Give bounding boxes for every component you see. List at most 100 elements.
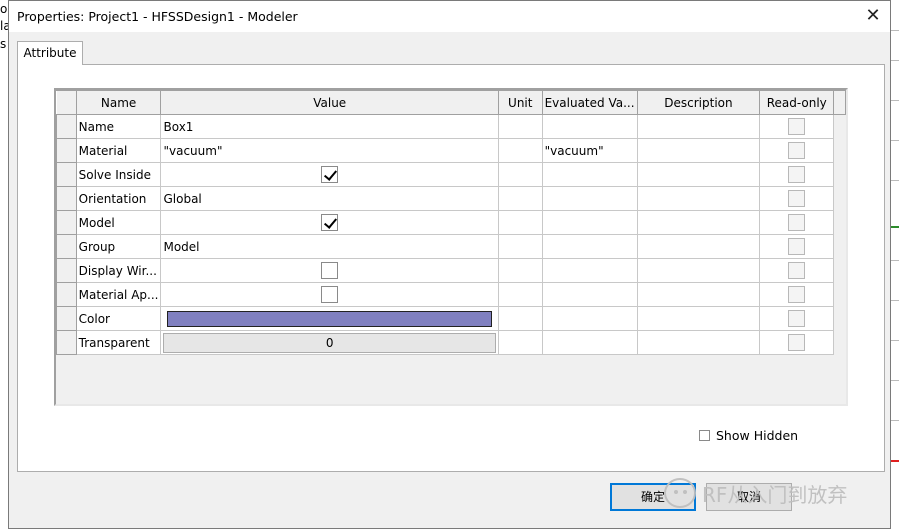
property-evaluated <box>541 186 638 211</box>
background-text: o <box>0 2 8 16</box>
property-evaluated <box>541 162 638 187</box>
show-hidden-option[interactable]: Show Hidden <box>699 428 798 443</box>
readonly-cell <box>759 114 835 139</box>
property-unit <box>497 186 543 211</box>
table-row: Name Box1 <box>56 114 846 139</box>
close-icon[interactable]: ✕ <box>862 5 884 27</box>
background-text: s <box>0 37 7 51</box>
property-unit <box>497 138 543 163</box>
property-value[interactable]: Global <box>160 186 499 211</box>
property-evaluated <box>541 330 638 355</box>
property-value <box>160 210 499 235</box>
property-grid: Name Value Unit Evaluated Va... Descript… <box>54 88 848 406</box>
property-evaluated <box>541 306 638 331</box>
readonly-checkbox[interactable] <box>788 118 806 135</box>
show-hidden-checkbox[interactable] <box>699 430 710 441</box>
readonly-cell <box>759 306 835 331</box>
property-name: Model <box>75 210 162 235</box>
row-header[interactable] <box>56 282 77 307</box>
solve-inside-checkbox[interactable] <box>321 166 339 183</box>
property-value <box>160 282 499 307</box>
row-header[interactable] <box>56 306 77 331</box>
attribute-panel: Name Value Unit Evaluated Va... Descript… <box>17 64 885 472</box>
property-name: Material <box>75 138 162 163</box>
property-value <box>160 306 499 331</box>
property-description[interactable] <box>636 258 761 283</box>
property-unit <box>497 330 543 355</box>
readonly-checkbox[interactable] <box>788 214 806 231</box>
readonly-checkbox[interactable] <box>788 286 806 303</box>
properties-dialog: Properties: Project1 - HFSSDesign1 - Mod… <box>8 0 891 529</box>
property-description[interactable] <box>636 138 761 163</box>
property-table: Name Value Unit Evaluated Va... Descript… <box>56 90 846 355</box>
property-description[interactable] <box>636 234 761 259</box>
transparency-slider[interactable]: 0 <box>163 332 496 353</box>
row-header[interactable] <box>56 234 77 259</box>
property-description[interactable] <box>636 306 761 331</box>
property-description[interactable] <box>636 330 761 355</box>
table-row: Group Model <box>56 234 846 259</box>
property-unit <box>497 258 543 283</box>
column-header-unit[interactable]: Unit <box>497 90 543 115</box>
property-name: Orientation <box>75 186 162 211</box>
dialog-title: Properties: Project1 - HFSSDesign1 - Mod… <box>17 9 298 24</box>
row-header[interactable] <box>56 210 77 235</box>
property-value[interactable]: Box1 <box>160 114 499 139</box>
watermark-text: RF从入门到放弃 <box>702 482 848 507</box>
property-evaluated <box>541 210 638 235</box>
readonly-checkbox[interactable] <box>788 310 806 327</box>
property-description[interactable] <box>636 210 761 235</box>
table-row: Display Wir... <box>56 258 846 283</box>
model-checkbox[interactable] <box>321 214 339 231</box>
column-header-value[interactable]: Value <box>160 90 499 115</box>
wechat-icon <box>664 478 696 508</box>
property-description[interactable] <box>636 282 761 307</box>
readonly-checkbox[interactable] <box>788 190 806 207</box>
property-unit <box>497 114 543 139</box>
property-unit <box>497 306 543 331</box>
row-header[interactable] <box>56 114 77 139</box>
property-value[interactable]: Model <box>160 234 499 259</box>
watermark: RF从入门到放弃 <box>664 476 847 510</box>
property-evaluated <box>541 114 638 139</box>
property-name: Group <box>75 234 162 259</box>
row-header[interactable] <box>56 162 77 187</box>
property-description[interactable] <box>636 114 761 139</box>
property-name: Color <box>75 306 162 331</box>
column-header-description[interactable]: Description <box>636 90 761 115</box>
readonly-cell <box>759 186 835 211</box>
table-row: Model <box>56 210 846 235</box>
readonly-cell <box>759 258 835 283</box>
row-header[interactable] <box>56 330 77 355</box>
property-value[interactable]: "vacuum" <box>160 138 499 163</box>
column-header-readonly[interactable]: Read-only <box>759 90 835 115</box>
property-description[interactable] <box>636 162 761 187</box>
readonly-cell <box>759 138 835 163</box>
color-swatch[interactable] <box>167 310 492 327</box>
readonly-checkbox[interactable] <box>788 334 806 351</box>
title-bar: Properties: Project1 - HFSSDesign1 - Mod… <box>9 1 890 32</box>
tab-attribute[interactable]: Attribute <box>17 41 83 65</box>
readonly-checkbox[interactable] <box>788 262 806 279</box>
readonly-cell <box>759 162 835 187</box>
property-name: Name <box>75 114 162 139</box>
column-header-name[interactable]: Name <box>75 90 162 115</box>
readonly-cell <box>759 282 835 307</box>
readonly-checkbox[interactable] <box>788 142 806 159</box>
property-value <box>160 258 499 283</box>
row-header[interactable] <box>56 186 77 211</box>
readonly-cell <box>759 330 835 355</box>
display-wireframe-checkbox[interactable] <box>321 262 339 279</box>
table-row: Material Ap... <box>56 282 846 307</box>
row-header[interactable] <box>56 258 77 283</box>
header-filler <box>833 90 846 115</box>
readonly-checkbox[interactable] <box>788 238 806 255</box>
readonly-checkbox[interactable] <box>788 166 806 183</box>
property-description[interactable] <box>636 186 761 211</box>
table-row: Orientation Global <box>56 186 846 211</box>
property-unit <box>497 210 543 235</box>
column-header-evaluated[interactable]: Evaluated Va... <box>541 90 638 115</box>
row-header[interactable] <box>56 138 77 163</box>
material-appearance-checkbox[interactable] <box>321 286 339 303</box>
property-evaluated <box>541 234 638 259</box>
